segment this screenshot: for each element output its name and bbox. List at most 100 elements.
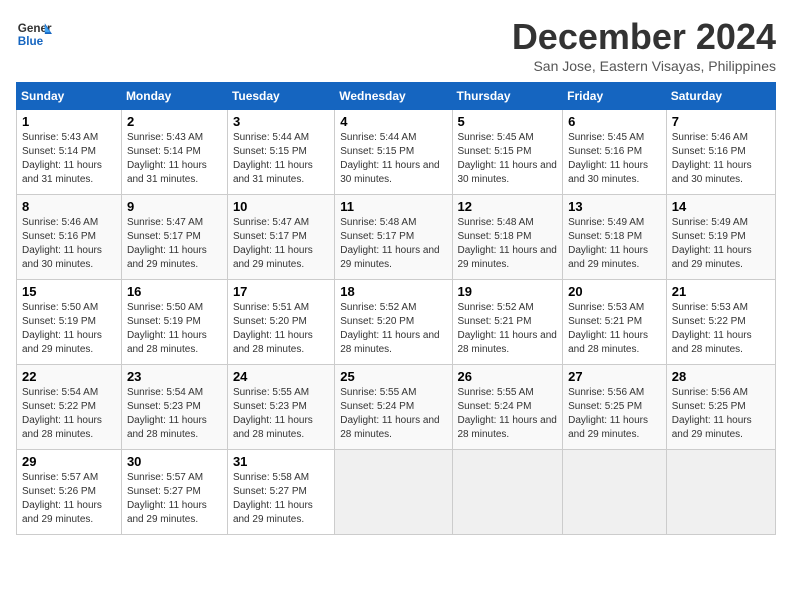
- weekday-header-sunday: Sunday: [17, 83, 122, 110]
- day-number: 11: [340, 199, 446, 214]
- day-number: 10: [233, 199, 329, 214]
- logo: General Blue: [16, 16, 52, 52]
- day-details: Sunrise: 5:45 AM Sunset: 5:16 PM Dayligh…: [568, 131, 661, 187]
- day-number: 12: [458, 199, 558, 214]
- day-details: Sunrise: 5:47 AM Sunset: 5:17 PM Dayligh…: [233, 216, 329, 272]
- day-details: Sunrise: 5:44 AM Sunset: 5:15 PM Dayligh…: [233, 131, 329, 187]
- day-number: 8: [22, 199, 116, 214]
- day-number: 6: [568, 114, 661, 129]
- day-details: Sunrise: 5:58 AM Sunset: 5:27 PM Dayligh…: [233, 471, 329, 527]
- calendar-week-4: 22 Sunrise: 5:54 AM Sunset: 5:22 PM Dayli…: [17, 365, 776, 450]
- calendar-cell: 7 Sunrise: 5:46 AM Sunset: 5:16 PM Daylig…: [666, 110, 775, 195]
- calendar-cell: 10 Sunrise: 5:47 AM Sunset: 5:17 PM Dayli…: [227, 195, 334, 280]
- day-number: 30: [127, 454, 222, 469]
- day-number: 20: [568, 284, 661, 299]
- calendar-cell: 5 Sunrise: 5:45 AM Sunset: 5:15 PM Daylig…: [452, 110, 563, 195]
- day-number: 9: [127, 199, 222, 214]
- location-title: San Jose, Eastern Visayas, Philippines: [512, 58, 776, 74]
- month-title: December 2024: [512, 16, 776, 58]
- calendar-cell: [452, 450, 563, 535]
- day-number: 23: [127, 369, 222, 384]
- calendar-cell: [666, 450, 775, 535]
- day-details: Sunrise: 5:57 AM Sunset: 5:26 PM Dayligh…: [22, 471, 116, 527]
- day-number: 1: [22, 114, 116, 129]
- day-number: 18: [340, 284, 446, 299]
- day-details: Sunrise: 5:54 AM Sunset: 5:23 PM Dayligh…: [127, 386, 222, 442]
- day-details: Sunrise: 5:45 AM Sunset: 5:15 PM Dayligh…: [458, 131, 558, 187]
- calendar-cell: 15 Sunrise: 5:50 AM Sunset: 5:19 PM Dayli…: [17, 280, 122, 365]
- day-number: 4: [340, 114, 446, 129]
- calendar-cell: 3Sunrise: 5:44 AM Sunset: 5:15 PM Daylig…: [227, 110, 334, 195]
- day-details: Sunrise: 5:50 AM Sunset: 5:19 PM Dayligh…: [127, 301, 222, 357]
- day-number: 24: [233, 369, 329, 384]
- calendar-cell: 31 Sunrise: 5:58 AM Sunset: 5:27 PM Dayli…: [227, 450, 334, 535]
- day-number: 22: [22, 369, 116, 384]
- calendar-cell: 16 Sunrise: 5:50 AM Sunset: 5:19 PM Dayli…: [121, 280, 227, 365]
- day-details: Sunrise: 5:46 AM Sunset: 5:16 PM Dayligh…: [22, 216, 116, 272]
- logo-icon: General Blue: [16, 16, 52, 52]
- calendar-cell: 26 Sunrise: 5:55 AM Sunset: 5:24 PM Dayli…: [452, 365, 563, 450]
- day-details: Sunrise: 5:43 AM Sunset: 5:14 PM Dayligh…: [127, 131, 222, 187]
- day-number: 14: [672, 199, 770, 214]
- calendar-cell: 24 Sunrise: 5:55 AM Sunset: 5:23 PM Dayli…: [227, 365, 334, 450]
- page-header: General Blue December 2024 San Jose, Eas…: [16, 16, 776, 74]
- calendar-cell: 30Sunrise: 5:57 AM Sunset: 5:27 PM Dayli…: [121, 450, 227, 535]
- day-details: Sunrise: 5:51 AM Sunset: 5:20 PM Dayligh…: [233, 301, 329, 357]
- calendar-cell: 14 Sunrise: 5:49 AM Sunset: 5:19 PM Dayli…: [666, 195, 775, 280]
- weekday-header-friday: Friday: [563, 83, 667, 110]
- calendar-cell: 12 Sunrise: 5:48 AM Sunset: 5:18 PM Dayli…: [452, 195, 563, 280]
- day-details: Sunrise: 5:49 AM Sunset: 5:18 PM Dayligh…: [568, 216, 661, 272]
- calendar-cell: 1 Sunrise: 5:43 AM Sunset: 5:14 PM Daylig…: [17, 110, 122, 195]
- day-details: Sunrise: 5:56 AM Sunset: 5:25 PM Dayligh…: [672, 386, 770, 442]
- calendar-cell: [335, 450, 452, 535]
- day-details: Sunrise: 5:49 AM Sunset: 5:19 PM Dayligh…: [672, 216, 770, 272]
- day-details: Sunrise: 5:55 AM Sunset: 5:23 PM Dayligh…: [233, 386, 329, 442]
- day-number: 27: [568, 369, 661, 384]
- calendar-cell: 13 Sunrise: 5:49 AM Sunset: 5:18 PM Dayli…: [563, 195, 667, 280]
- day-number: 19: [458, 284, 558, 299]
- calendar-cell: 19Sunrise: 5:52 AM Sunset: 5:21 PM Dayli…: [452, 280, 563, 365]
- calendar-week-2: 8 Sunrise: 5:46 AM Sunset: 5:16 PM Daylig…: [17, 195, 776, 280]
- weekday-header-thursday: Thursday: [452, 83, 563, 110]
- calendar-cell: 18Sunrise: 5:52 AM Sunset: 5:20 PM Dayli…: [335, 280, 452, 365]
- calendar-cell: 4Sunrise: 5:44 AM Sunset: 5:15 PM Daylig…: [335, 110, 452, 195]
- day-number: 5: [458, 114, 558, 129]
- day-details: Sunrise: 5:53 AM Sunset: 5:21 PM Dayligh…: [568, 301, 661, 357]
- day-number: 25: [340, 369, 446, 384]
- day-number: 29: [22, 454, 116, 469]
- day-number: 17: [233, 284, 329, 299]
- calendar-week-5: 29 Sunrise: 5:57 AM Sunset: 5:26 PM Dayli…: [17, 450, 776, 535]
- svg-text:Blue: Blue: [18, 35, 44, 48]
- title-area: December 2024 San Jose, Eastern Visayas,…: [512, 16, 776, 74]
- calendar-cell: 9 Sunrise: 5:47 AM Sunset: 5:17 PM Daylig…: [121, 195, 227, 280]
- day-number: 7: [672, 114, 770, 129]
- day-number: 15: [22, 284, 116, 299]
- day-details: Sunrise: 5:48 AM Sunset: 5:18 PM Dayligh…: [458, 216, 558, 272]
- day-details: Sunrise: 5:55 AM Sunset: 5:24 PM Dayligh…: [458, 386, 558, 442]
- calendar-cell: 22 Sunrise: 5:54 AM Sunset: 5:22 PM Dayli…: [17, 365, 122, 450]
- calendar-cell: 29 Sunrise: 5:57 AM Sunset: 5:26 PM Dayli…: [17, 450, 122, 535]
- day-details: Sunrise: 5:55 AM Sunset: 5:24 PM Dayligh…: [340, 386, 446, 442]
- weekday-header-tuesday: Tuesday: [227, 83, 334, 110]
- weekday-header-saturday: Saturday: [666, 83, 775, 110]
- calendar-table: SundayMondayTuesdayWednesdayThursdayFrid…: [16, 82, 776, 535]
- calendar-cell: 6 Sunrise: 5:45 AM Sunset: 5:16 PM Daylig…: [563, 110, 667, 195]
- day-number: 26: [458, 369, 558, 384]
- day-details: Sunrise: 5:47 AM Sunset: 5:17 PM Dayligh…: [127, 216, 222, 272]
- day-details: Sunrise: 5:43 AM Sunset: 5:14 PM Dayligh…: [22, 131, 116, 187]
- day-number: 28: [672, 369, 770, 384]
- day-number: 2: [127, 114, 222, 129]
- calendar-cell: 8 Sunrise: 5:46 AM Sunset: 5:16 PM Daylig…: [17, 195, 122, 280]
- calendar-week-3: 15 Sunrise: 5:50 AM Sunset: 5:19 PM Dayli…: [17, 280, 776, 365]
- day-details: Sunrise: 5:50 AM Sunset: 5:19 PM Dayligh…: [22, 301, 116, 357]
- calendar-cell: 23 Sunrise: 5:54 AM Sunset: 5:23 PM Dayli…: [121, 365, 227, 450]
- day-number: 31: [233, 454, 329, 469]
- day-details: Sunrise: 5:53 AM Sunset: 5:22 PM Dayligh…: [672, 301, 770, 357]
- calendar-cell: 17 Sunrise: 5:51 AM Sunset: 5:20 PM Dayli…: [227, 280, 334, 365]
- calendar-cell: 20 Sunrise: 5:53 AM Sunset: 5:21 PM Dayli…: [563, 280, 667, 365]
- day-details: Sunrise: 5:46 AM Sunset: 5:16 PM Dayligh…: [672, 131, 770, 187]
- day-number: 16: [127, 284, 222, 299]
- day-details: Sunrise: 5:54 AM Sunset: 5:22 PM Dayligh…: [22, 386, 116, 442]
- calendar-cell: 27Sunrise: 5:56 AM Sunset: 5:25 PM Dayli…: [563, 365, 667, 450]
- day-number: 13: [568, 199, 661, 214]
